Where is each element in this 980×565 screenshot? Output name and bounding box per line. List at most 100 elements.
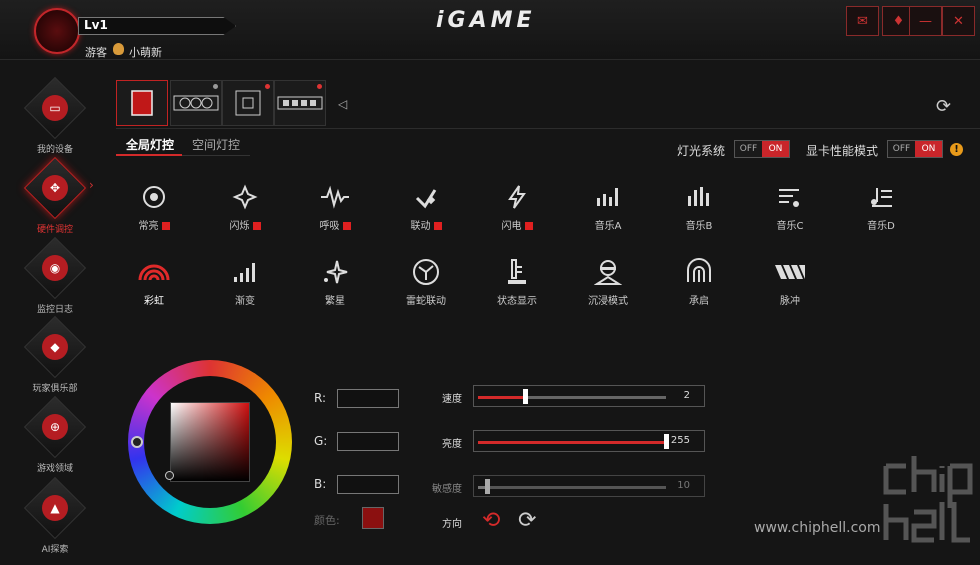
minimize-button[interactable]: —: [909, 6, 942, 36]
effect-label: 闪电: [501, 221, 522, 232]
effect-label: 状态显示: [497, 296, 537, 307]
effect-rainbow[interactable]: 彩虹: [119, 258, 189, 307]
control-dial-icon: ✥: [42, 175, 68, 201]
sensitivity-slider[interactable]: 10: [473, 475, 705, 497]
sidebar-item-game-zone[interactable]: ⊕ 游戏领域: [22, 395, 88, 474]
close-button[interactable]: ✕: [942, 6, 975, 36]
slider-thumb[interactable]: [664, 434, 669, 449]
thermometer-icon: [482, 258, 552, 286]
app-logo: iGAME: [436, 8, 536, 33]
blink-icon: [210, 183, 280, 211]
lightning-icon: [482, 183, 552, 211]
sidebar-item-label: 硬件调控: [36, 225, 73, 235]
device-tab-gpu[interactable]: [170, 80, 222, 126]
music-note-icon: [846, 183, 916, 211]
effect-music-a[interactable]: 音乐A: [573, 183, 643, 232]
static-icon: [119, 183, 189, 211]
rotate-left-icon[interactable]: ⟲: [482, 508, 500, 533]
monitor-icon: ▭: [42, 95, 68, 121]
effect-label: 音乐D: [867, 221, 895, 232]
warning-icon[interactable]: !: [950, 143, 963, 156]
sidebar-item-monitor-log[interactable]: ◉ 监控日志: [22, 236, 88, 315]
saturation-knob[interactable]: [165, 471, 174, 480]
slider-track: [478, 486, 666, 489]
music-list-icon: [755, 183, 825, 211]
effect-lightning[interactable]: 闪电: [482, 183, 552, 232]
effect-static[interactable]: 常亮: [119, 183, 189, 232]
active-chevron-icon: ›: [89, 178, 94, 192]
gradient-bars-icon: [210, 258, 280, 286]
effect-blink[interactable]: 闪烁: [210, 183, 280, 232]
effect-label: 渐变: [235, 296, 255, 307]
effect-breathe[interactable]: 呼吸: [300, 183, 370, 232]
hue-knob[interactable]: [131, 436, 143, 448]
sidebar-item-ai-explore[interactable]: ▲ AI探索: [22, 476, 88, 555]
selected-marker: [161, 222, 170, 230]
sidebar-item-label: 玩家俱乐部: [32, 384, 78, 394]
speed-value: 2: [683, 390, 690, 401]
rotate-right-icon[interactable]: ⟳: [518, 508, 536, 533]
sidebar-item-my-devices[interactable]: ▭ 我的设备: [22, 76, 88, 155]
effect-gradient[interactable]: 渐变: [210, 258, 280, 307]
brightness-slider[interactable]: 255: [473, 430, 705, 452]
device-tab-motherboard[interactable]: [222, 80, 274, 126]
speed-slider[interactable]: 2: [473, 385, 705, 407]
user-avatar[interactable]: [34, 8, 80, 54]
effect-sync[interactable]: 联动: [391, 183, 461, 232]
sidebar-item-hardware-control[interactable]: ✥ 硬件调控: [22, 156, 88, 235]
effect-pulse[interactable]: 脉冲: [755, 258, 825, 307]
b-input[interactable]: [337, 475, 399, 494]
slider-fill: [478, 441, 666, 444]
effect-immersive[interactable]: 沉浸模式: [573, 258, 643, 307]
brightness-value: 255: [670, 435, 690, 446]
more-devices-icon[interactable]: ◁: [338, 97, 347, 111]
effect-status-display[interactable]: 状态显示: [482, 258, 552, 307]
effect-label: 脉冲: [780, 296, 800, 307]
effect-razer-sync[interactable]: 雷蛇联动: [391, 258, 461, 307]
color-swatch[interactable]: [362, 507, 384, 529]
ai-icon: ▲: [42, 495, 68, 521]
selected-marker: [342, 222, 351, 230]
slider-thumb[interactable]: [485, 479, 490, 494]
sidebar-item-club[interactable]: ◆ 玩家俱乐部: [22, 315, 88, 394]
sidebar-item-label: 游戏领域: [36, 464, 73, 474]
monitor-log-icon: ◉: [42, 255, 68, 281]
slider-thumb[interactable]: [523, 389, 528, 404]
mail-icon: ✉: [857, 13, 868, 29]
gpu-perf-label: 显卡性能模式: [806, 144, 879, 158]
club-icon: ◆: [42, 334, 68, 360]
effect-stars[interactable]: 繁星: [300, 258, 370, 307]
music-bars-icon: [664, 183, 734, 211]
refresh-icon[interactable]: ⟳: [936, 96, 951, 117]
device-tab-memory[interactable]: [274, 80, 326, 126]
tab-spatial-light[interactable]: 空间灯控: [192, 136, 240, 153]
toggle-off: OFF: [735, 141, 762, 157]
saturation-picker[interactable]: [170, 402, 250, 482]
level-text: Lv1: [84, 18, 108, 32]
r-input[interactable]: [337, 389, 399, 408]
device-tab-case[interactable]: [116, 80, 168, 126]
effect-music-d[interactable]: 音乐D: [846, 183, 916, 232]
effect-music-c[interactable]: 音乐C: [755, 183, 825, 232]
chiphell-logo: [883, 456, 973, 543]
brightness-label: 亮度: [442, 439, 462, 450]
effect-label: 音乐C: [776, 221, 804, 232]
selected-marker: [524, 222, 533, 230]
tab-global-light[interactable]: 全局灯控: [126, 136, 174, 153]
effect-label: 呼吸: [319, 221, 340, 232]
effect-label: 雷蛇联动: [406, 296, 446, 307]
gpu-perf-toggle[interactable]: OFF ON: [887, 140, 943, 158]
effect-label: 沉浸模式: [588, 296, 628, 307]
active-subtab-indicator: [116, 154, 182, 156]
watermark-text: www.chiphell.com: [754, 520, 881, 536]
effect-inherit[interactable]: 承启: [664, 258, 734, 307]
breathe-icon: [300, 183, 370, 211]
g-input[interactable]: [337, 432, 399, 451]
motherboard-icon: [235, 90, 261, 116]
b-label: B:: [314, 477, 327, 491]
mail-button[interactable]: ✉: [846, 6, 879, 36]
effect-label: 繁星: [325, 296, 345, 307]
light-system-toggle[interactable]: OFF ON: [734, 140, 790, 158]
effect-music-b[interactable]: 音乐B: [664, 183, 734, 232]
pulse-stripes-icon: [755, 258, 825, 286]
